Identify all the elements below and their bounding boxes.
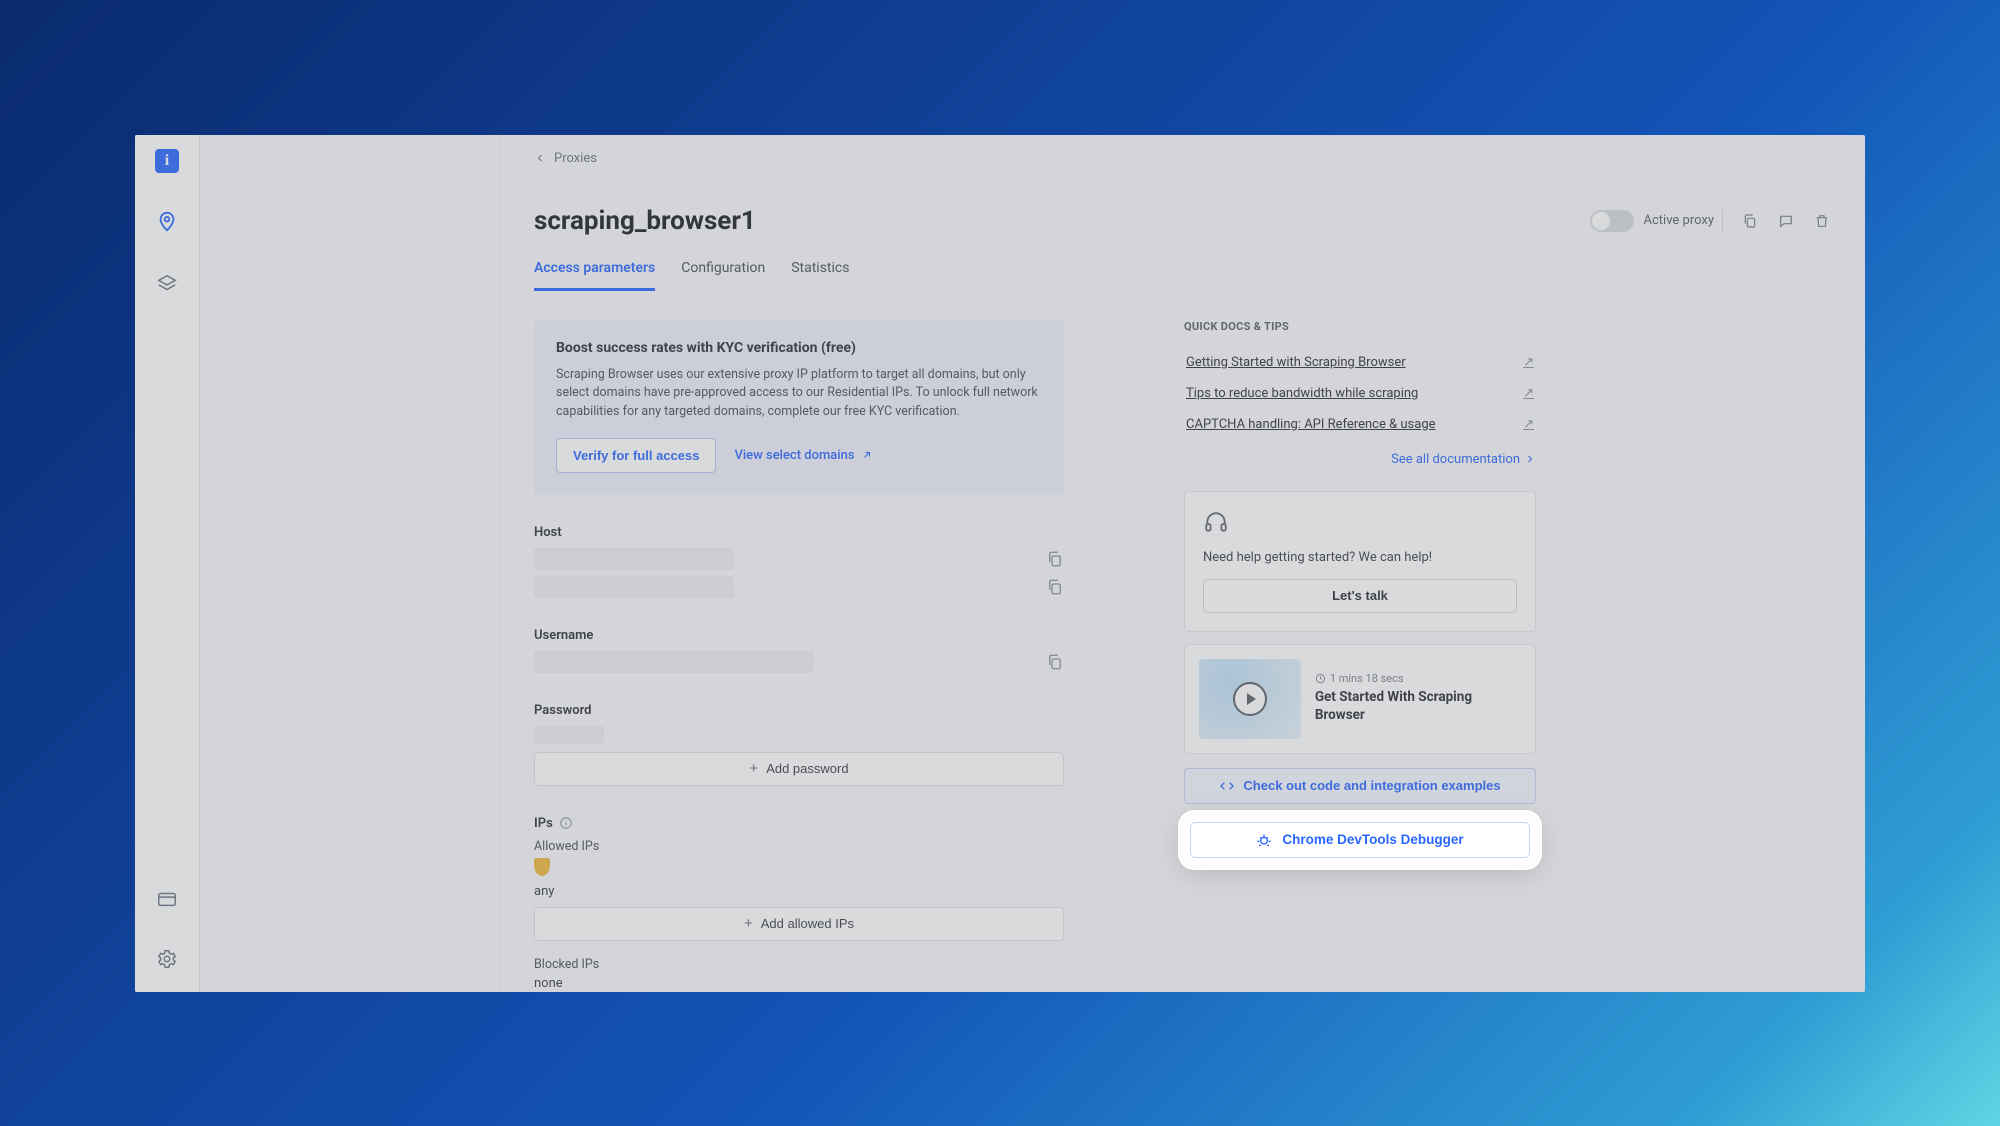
tab-configuration[interactable]: Configuration [681,254,765,291]
help-card: Need help getting started? We can help! … [1184,491,1536,632]
settings-icon[interactable] [154,946,180,972]
lets-talk-button[interactable]: Let's talk [1203,579,1517,613]
ips-label: IPs [534,816,1064,831]
clock-icon [1315,673,1326,684]
password-label: Password [534,703,1064,718]
doc-link-label: CAPTCHA handling: API Reference & usage [1186,417,1436,432]
code-examples-label: Check out code and integration examples [1243,778,1500,793]
copy-icon[interactable] [1046,653,1064,671]
external-link-icon: ↗ [1523,417,1534,432]
code-icon [1219,778,1235,794]
layers-icon[interactable] [154,271,180,297]
add-allowed-label: Add allowed IPs [761,916,854,931]
copy-icon[interactable] [1741,212,1759,230]
username-label: Username [534,628,1064,643]
add-password-label: Add password [766,761,848,776]
bug-icon [1256,832,1272,848]
app-window: i Proxies scraping_browser1 [135,135,1865,992]
kyc-text: Scraping Browser uses our extensive prox… [556,366,1042,422]
chat-icon[interactable] [1777,212,1795,230]
nav-sidebar: i [135,135,200,992]
tab-statistics[interactable]: Statistics [791,254,849,291]
view-domains-link[interactable]: View select domains [734,448,872,463]
see-all-label: See all documentation [1391,452,1520,467]
doc-link-label: Tips to reduce bandwidth while scraping [1186,386,1418,401]
video-card[interactable]: 1 mins 18 secs Get Started With Scraping… [1184,644,1536,754]
allowed-ips-value: any [534,884,1064,899]
add-password-button[interactable]: + Add password [534,752,1064,786]
headset-icon [1203,510,1229,536]
external-link-icon [861,449,873,461]
arrow-left-icon [534,152,546,164]
secondary-panel [200,135,500,992]
trash-icon[interactable] [1813,212,1831,230]
plus-icon: + [749,760,758,777]
doc-link[interactable]: Getting Started with Scraping Browser ↗ [1184,347,1536,378]
play-icon [1233,682,1267,716]
allowed-ips-label: Allowed IPs [534,839,1064,854]
breadcrumb-label: Proxies [554,151,597,166]
host-value-1 [534,548,734,570]
copy-icon[interactable] [1046,578,1064,596]
external-link-icon: ↗ [1523,355,1534,370]
username-value [534,651,814,673]
chevron-right-icon [1524,453,1536,465]
plus-icon: + [744,915,753,932]
highlighted-area: Chrome DevTools Debugger [1184,816,1536,864]
video-duration: 1 mins 18 secs [1315,672,1521,685]
info-icon[interactable]: i [155,149,179,173]
video-thumbnail [1199,659,1301,739]
active-proxy-toggle[interactable] [1590,210,1634,232]
video-title: Get Started With Scraping Browser [1315,689,1521,724]
blocked-ips-label: Blocked IPs [534,957,1064,972]
shield-icon [534,858,550,876]
add-allowed-ips-button[interactable]: + Add allowed IPs [534,907,1064,941]
help-text: Need help getting started? We can help! [1203,550,1517,565]
external-link-icon: ↗ [1523,386,1534,401]
chrome-devtools-button[interactable]: Chrome DevTools Debugger [1190,822,1530,858]
code-examples-button[interactable]: Check out code and integration examples [1184,768,1536,804]
devtools-label: Chrome DevTools Debugger [1282,832,1463,847]
docs-section-title: QUICK DOCS & TIPS [1184,320,1536,333]
doc-link[interactable]: CAPTCHA handling: API Reference & usage … [1184,409,1536,440]
verify-button[interactable]: Verify for full access [556,438,716,473]
info-icon[interactable] [559,816,573,830]
main-content: Proxies scraping_browser1 Active proxy A… [500,135,1865,992]
location-icon[interactable] [154,209,180,235]
see-all-docs-link[interactable]: See all documentation [1184,452,1536,467]
parameters-column: Boost success rates with KYC verificatio… [534,320,1064,991]
kyc-title: Boost success rates with KYC verificatio… [556,340,1042,356]
tabs: Access parameters Configuration Statisti… [534,254,1831,292]
billing-icon[interactable] [154,886,180,912]
copy-icon[interactable] [1046,550,1064,568]
doc-link-label: Getting Started with Scraping Browser [1186,355,1406,370]
tab-access-parameters[interactable]: Access parameters [534,254,655,291]
view-domains-label: View select domains [734,448,854,463]
title-actions: Active proxy [1590,209,1832,233]
toggle-label: Active proxy [1644,213,1715,228]
password-value [534,726,604,744]
host-label: Host [534,525,1064,540]
breadcrumb[interactable]: Proxies [534,151,1831,166]
doc-link[interactable]: Tips to reduce bandwidth while scraping … [1184,378,1536,409]
docs-column: QUICK DOCS & TIPS Getting Started with S… [1184,320,1536,991]
page-title: scraping_browser1 [534,206,756,236]
kyc-card: Boost success rates with KYC verificatio… [534,320,1064,495]
blocked-ips-value: none [534,976,1064,991]
host-value-2 [534,576,734,598]
